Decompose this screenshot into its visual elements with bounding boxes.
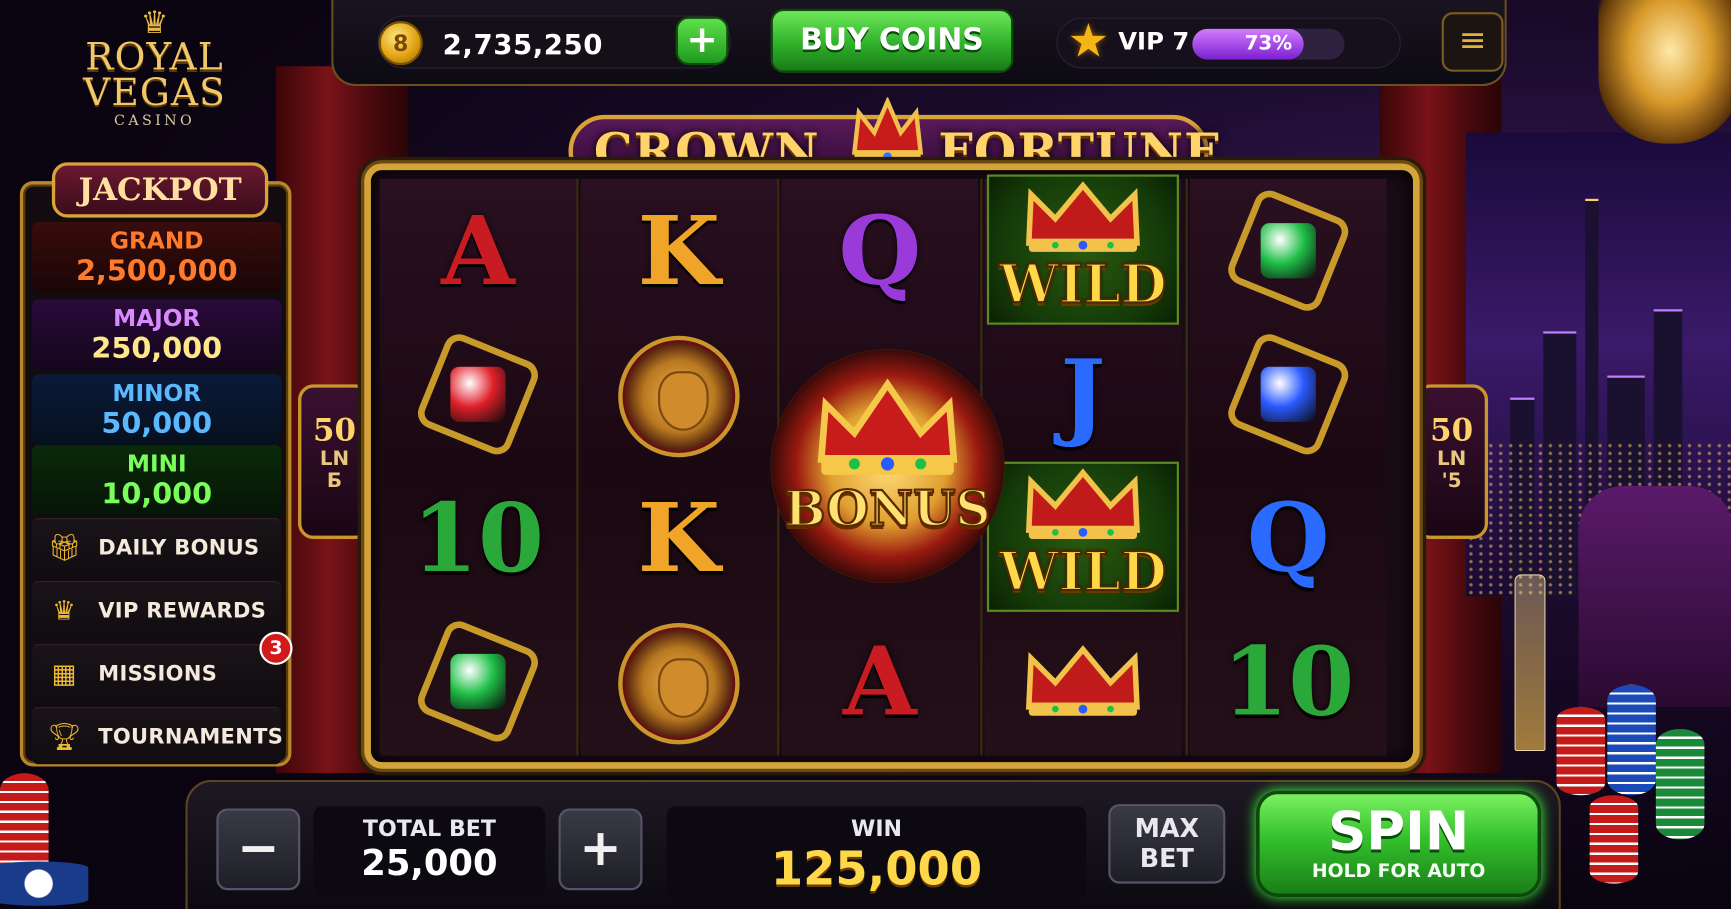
champagne-glass xyxy=(1514,574,1546,752)
jackpot-grand: GRAND 2,500,000 xyxy=(32,222,282,293)
wild-symbol: WILD xyxy=(985,174,1181,325)
reel-5: Q 10 xyxy=(1190,178,1387,756)
symbol-10: 10 xyxy=(411,482,545,595)
jackpot-tier-value: 50,000 xyxy=(101,407,213,441)
increase-bet-button[interactable]: + xyxy=(558,808,643,891)
paylines-text: '5 xyxy=(1441,469,1462,493)
chip-stack xyxy=(1589,795,1639,884)
side-item-label: TOURNAMENTS xyxy=(98,724,284,749)
reel-4: WILD J WILD xyxy=(984,174,1182,756)
jackpot-tier-value: 10,000 xyxy=(101,478,213,512)
total-bet-label: TOTAL BET xyxy=(362,815,496,842)
vip-progress-label: 73% xyxy=(1244,32,1293,56)
jackpot-tier-value: 250,000 xyxy=(91,332,223,366)
reel-divider xyxy=(1185,178,1188,756)
symbol-q: Q xyxy=(1246,482,1330,595)
spin-label: SPIN xyxy=(1328,800,1470,863)
chip-stack xyxy=(1655,728,1705,840)
paylines-text: LN xyxy=(1436,447,1467,471)
ruby-gem-icon xyxy=(380,325,576,466)
jackpot-panel: JACKPOT GRAND 2,500,000 MAJOR 250,000 MI… xyxy=(19,162,293,767)
max-bet-button[interactable]: MAX BET xyxy=(1108,804,1226,884)
chip-stack xyxy=(1556,706,1606,796)
jackpot-title: JACKPOT xyxy=(51,162,269,218)
coin-balance-value: 2,735,250 xyxy=(442,28,604,61)
vip-status[interactable]: ★ VIP 7 73% xyxy=(1056,13,1401,69)
jackpot-tier-value: 2,500,000 xyxy=(75,255,238,289)
jackpot-minor: MINOR 50,000 xyxy=(32,374,282,446)
wild-symbol: WILD xyxy=(985,461,1181,612)
crown-icon: ♛ xyxy=(52,595,76,627)
side-item-label: VIP REWARDS xyxy=(98,598,267,623)
buy-coins-button[interactable]: BUY COINS xyxy=(770,8,1014,73)
paylines-text: Б xyxy=(326,469,343,493)
trophy-icon: 🏆︎ xyxy=(47,721,82,753)
symbol-j: J xyxy=(1060,339,1106,451)
jackpot-mini: MINI 10,000 xyxy=(32,445,282,516)
missions-badge: 3 xyxy=(259,631,293,665)
reel-divider xyxy=(576,178,579,756)
lion-icon xyxy=(581,325,777,466)
paylines-indicator-left: 50 LN Б xyxy=(298,384,371,539)
symbol-k: K xyxy=(637,195,721,308)
reel-1: A 10 xyxy=(379,178,577,756)
gift-icon: 🎁︎ xyxy=(47,532,82,564)
jackpot-tier-name: MINOR xyxy=(112,379,202,407)
top-bar: 8 2,735,250 + BUY COINS ★ VIP 7 73% ≡ xyxy=(331,0,1507,87)
symbol-q: Q xyxy=(838,195,922,308)
bonus-crown-icon xyxy=(817,378,958,475)
bonus-label: BONUS xyxy=(783,480,991,539)
vip-star-icon: ★ xyxy=(1067,13,1110,68)
chandelier xyxy=(1598,0,1731,144)
max-bet-label: MAX xyxy=(1134,815,1200,844)
game-screen: ♛ ROYAL VEGAS CASINO 8 2,735,250 + BUY C… xyxy=(0,0,1731,909)
max-bet-label: BET xyxy=(1139,844,1194,874)
armchair xyxy=(1578,485,1731,707)
coin-icon: 8 xyxy=(378,20,423,66)
reel-2: KK xyxy=(580,178,778,756)
emerald-gem-icon xyxy=(380,612,576,753)
symbol-a: A xyxy=(441,195,515,308)
jackpot-major: MAJOR 250,000 xyxy=(32,299,282,371)
royal-vegas-logo: ♛ ROYAL VEGAS CASINO xyxy=(55,6,254,151)
lion-icon xyxy=(581,612,777,753)
calendar-icon: ▦ xyxy=(51,658,77,690)
poker-chip xyxy=(0,861,89,906)
symbol-10: 10 xyxy=(1222,626,1355,738)
spin-hold-hint: HOLD FOR AUTO xyxy=(1311,860,1486,883)
side-item-label: MISSIONS xyxy=(98,661,218,686)
paylines-count: 50 xyxy=(1430,411,1474,449)
jackpot-tier-name: MAJOR xyxy=(113,304,201,332)
paylines-count: 50 xyxy=(312,411,356,449)
vip-level-label: VIP 7 xyxy=(1118,28,1190,57)
spin-button[interactable]: SPIN HOLD FOR AUTO xyxy=(1256,790,1542,897)
jackpot-tier-name: MINI xyxy=(126,450,187,478)
vip-progress-bar: 73% xyxy=(1192,28,1345,60)
chip-stack xyxy=(1607,684,1656,796)
crown-icon xyxy=(985,612,1181,753)
daily-bonus-button[interactable]: 🎁︎ DAILY BONUS xyxy=(32,518,282,576)
hamburger-menu-icon[interactable]: ≡ xyxy=(1441,12,1504,72)
logo-line3: CASINO xyxy=(114,112,196,130)
logo-line2: VEGAS xyxy=(83,70,226,115)
decrease-bet-button[interactable]: − xyxy=(216,808,301,891)
total-bet-value: 25,000 xyxy=(361,841,498,884)
symbol-k: K xyxy=(637,482,721,595)
side-item-label: DAILY BONUS xyxy=(98,535,260,560)
jackpot-tier-name: GRAND xyxy=(110,227,204,255)
win-display: WIN 125,000 xyxy=(666,806,1087,902)
sapphire-gem-icon xyxy=(1190,325,1386,466)
win-label: WIN xyxy=(850,815,903,842)
missions-button[interactable]: ▦ MISSIONS 3 xyxy=(32,631,293,702)
symbol-a: A xyxy=(842,626,917,738)
vip-rewards-button[interactable]: ♛ VIP REWARDS xyxy=(32,580,282,639)
tournaments-button[interactable]: 🏆︎ TOURNAMENTS xyxy=(32,706,284,765)
total-bet-display: TOTAL BET 25,000 xyxy=(313,806,546,895)
paylines-text: LN xyxy=(319,447,350,471)
paylines-indicator-right: 50 LN '5 xyxy=(1415,384,1489,539)
emerald-gem-icon xyxy=(1190,181,1386,322)
win-value: 125,000 xyxy=(770,841,983,896)
add-coins-button[interactable]: + xyxy=(675,16,729,66)
bonus-symbol: BONUS xyxy=(770,349,1005,584)
